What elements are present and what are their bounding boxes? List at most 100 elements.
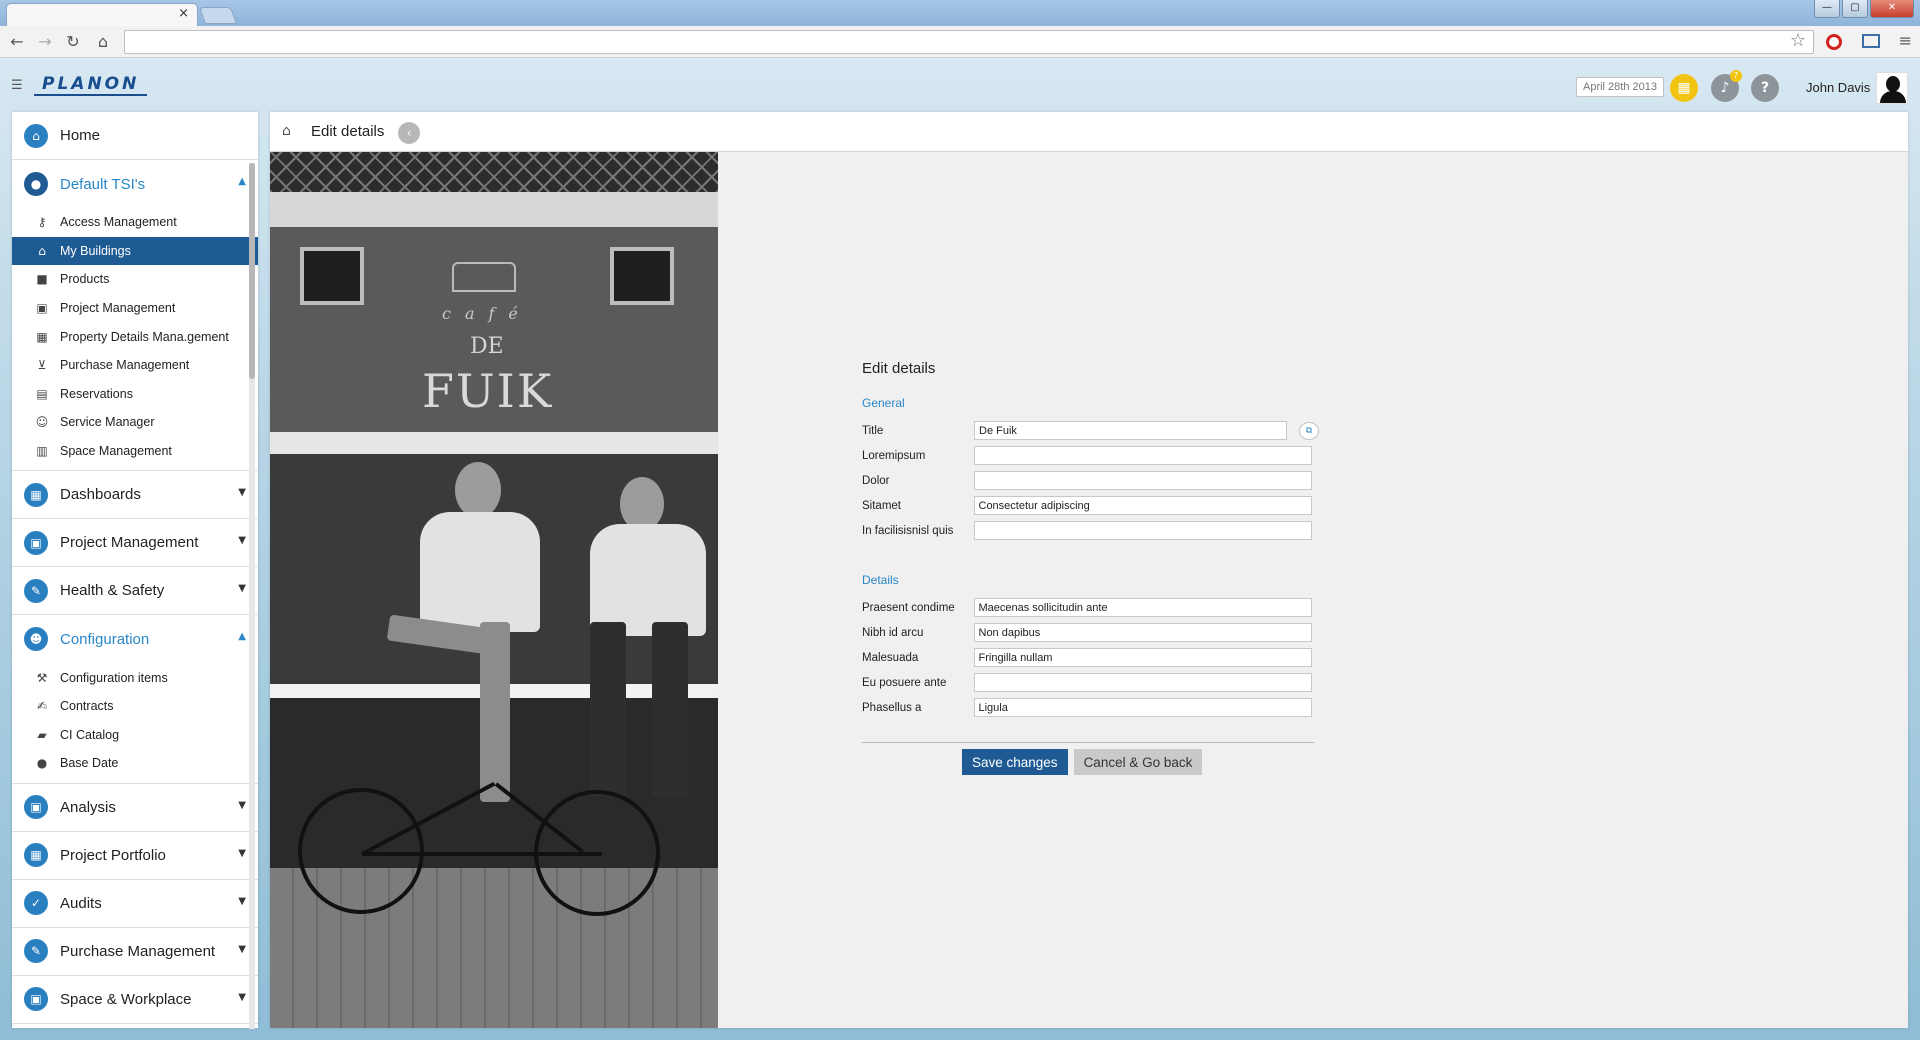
phasellus-field[interactable] bbox=[973, 698, 1312, 717]
dashboard-icon: ▦ bbox=[24, 482, 48, 507]
chevron-down-icon[interactable]: ▼ bbox=[238, 944, 246, 955]
sidebar-item-products[interactable]: ■ Products bbox=[12, 265, 258, 294]
sidebar-item-label: Project Management bbox=[60, 534, 199, 552]
users-icon: ☻ bbox=[24, 627, 48, 652]
extension-icon[interactable] bbox=[1826, 34, 1842, 50]
calendar-icon[interactable]: ▦ bbox=[1670, 74, 1698, 102]
malesuada-field[interactable] bbox=[973, 648, 1312, 667]
chevron-down-icon[interactable]: ▼ bbox=[238, 992, 246, 1003]
chevron-down-icon[interactable]: ▼ bbox=[238, 800, 246, 811]
portfolio-icon: ▦ bbox=[24, 843, 48, 868]
field-row-praesent: Praesent condime bbox=[862, 595, 1312, 620]
lookup-icon[interactable]: ⧉ bbox=[1299, 422, 1319, 440]
sidebar-item-configuration-items[interactable]: ⚒ Configuration items bbox=[12, 663, 258, 692]
sidebar-item-label: Base Date bbox=[60, 756, 119, 771]
chevron-down-icon[interactable]: ▼ bbox=[238, 487, 246, 498]
new-tab-button[interactable] bbox=[198, 7, 238, 24]
cast-icon[interactable] bbox=[1862, 34, 1880, 48]
cancel-button[interactable]: Cancel & Go back bbox=[1073, 749, 1203, 775]
tab-close-icon[interactable]: × bbox=[178, 6, 189, 21]
sidebar-section-project-portfolio[interactable]: ▦ Project Portfolio ▼ bbox=[12, 832, 258, 880]
wrench-icon: ⚒ bbox=[36, 670, 48, 685]
sitamet-field[interactable] bbox=[973, 496, 1312, 515]
sidebar-item-label: Space Management bbox=[60, 444, 172, 459]
loremipsum-field[interactable] bbox=[973, 446, 1312, 465]
sidebar-section-space-workplace[interactable]: ▣ Space & Workplace ▼ bbox=[12, 976, 258, 1024]
form-divider bbox=[862, 742, 1314, 743]
field-row-sitamet: Sitamet bbox=[862, 493, 1312, 518]
praesent-field[interactable] bbox=[973, 598, 1312, 617]
sidebar-item-service-manager[interactable]: ☺ Service Manager bbox=[12, 408, 258, 437]
field-row-loremipsum: Loremipsum bbox=[862, 443, 1312, 468]
avatar[interactable] bbox=[1876, 72, 1908, 104]
sidebar-item-label: Access Management bbox=[60, 215, 177, 230]
sidebar-section-health-safety[interactable]: ✎ Health & Safety ▼ bbox=[12, 567, 258, 616]
chevron-down-icon[interactable]: ▼ bbox=[238, 535, 246, 546]
help-icon[interactable]: ? bbox=[1751, 74, 1779, 102]
field-label: Nibh id arcu bbox=[862, 626, 924, 639]
sidebar-item-purchase-management[interactable]: ⊻ Purchase Management bbox=[12, 351, 258, 380]
address-bar[interactable] bbox=[124, 30, 1814, 54]
default-tsis-list: ⚷ Access Management ⌂ My Buildings ■ Pro… bbox=[12, 208, 258, 472]
sidebar-section-analysis[interactable]: ▣ Analysis ▼ bbox=[12, 784, 258, 832]
browser-menu-icon[interactable]: ≡ bbox=[1899, 31, 1912, 50]
grid-building-icon: ▦ bbox=[36, 329, 48, 344]
sidebar-item-label: Audits bbox=[60, 894, 102, 912]
sidebar-scrollbar-thumb[interactable] bbox=[249, 163, 255, 379]
back-arrow-icon[interactable]: ← bbox=[6, 31, 28, 53]
field-label: Praesent condime bbox=[862, 601, 955, 614]
service-icon: ☺ bbox=[35, 415, 49, 430]
sidebar-item-label: Reservations bbox=[60, 386, 133, 401]
form-actions: Save changes Cancel & Go back bbox=[962, 749, 1312, 775]
photo-sign-cafe: café bbox=[442, 304, 532, 323]
sidebar-item-contracts[interactable]: ✍ Contracts bbox=[12, 692, 258, 721]
chevron-down-icon[interactable]: ▼ bbox=[238, 896, 246, 907]
dolor-field[interactable] bbox=[973, 471, 1312, 490]
save-button[interactable]: Save changes bbox=[962, 749, 1068, 775]
sidebar-section-purchase-management[interactable]: ✎ Purchase Management ▼ bbox=[12, 928, 258, 976]
sidebar-item-project-management[interactable]: ▣ Project Management bbox=[12, 294, 258, 323]
sidebar-section-default-tsis[interactable]: ● Default TSI's ▲ bbox=[12, 160, 258, 208]
group-details-title: Details bbox=[862, 573, 899, 587]
field-row-title: Title ⧉ bbox=[862, 418, 1319, 443]
posuere-field[interactable] bbox=[973, 673, 1312, 692]
sidebar-item-reservations[interactable]: ▤ Reservations bbox=[12, 380, 258, 409]
close-window-button[interactable]: ✕ bbox=[1870, 0, 1914, 18]
sidebar-item-base-date[interactable]: ● Base Date bbox=[12, 749, 258, 778]
nibh-field[interactable] bbox=[973, 623, 1312, 642]
bookmark-star-icon[interactable]: ☆ bbox=[1790, 30, 1806, 51]
field-label: Loremipsum bbox=[862, 449, 926, 462]
sidebar-item-space-management[interactable]: ▥ Space Management bbox=[12, 437, 258, 466]
sidebar-item-label: Dashboards bbox=[60, 486, 141, 504]
sidebar-item-label: Analysis bbox=[60, 798, 116, 816]
forward-arrow-icon[interactable]: → bbox=[34, 31, 56, 53]
sidebar-item-home[interactable]: ⌂ Home bbox=[12, 112, 258, 160]
menu-icon[interactable]: ☰ bbox=[11, 78, 23, 93]
field-label: Dolor bbox=[862, 474, 890, 487]
cart-icon: ⊻ bbox=[37, 358, 47, 373]
browser-tab[interactable]: × bbox=[6, 3, 198, 26]
reservation-icon: ▤ bbox=[36, 386, 48, 401]
audit-icon: ✓ bbox=[24, 891, 48, 916]
sidebar-item-my-buildings[interactable]: ⌂ My Buildings bbox=[12, 236, 258, 266]
facilisis-field[interactable] bbox=[973, 521, 1312, 540]
chevron-down-icon[interactable]: ▼ bbox=[238, 848, 246, 859]
sidebar-section-project-management[interactable]: ▣ Project Management ▼ bbox=[12, 519, 258, 568]
chevron-down-icon[interactable]: ▼ bbox=[238, 583, 246, 594]
chevron-up-icon[interactable]: ▲ bbox=[238, 631, 246, 642]
sidebar-item-access-management[interactable]: ⚷ Access Management bbox=[12, 208, 258, 237]
chevron-up-icon[interactable]: ▲ bbox=[238, 176, 246, 187]
home-icon[interactable]: ⌂ bbox=[92, 31, 114, 53]
sidebar-section-dashboards[interactable]: ▦ Dashboards ▼ bbox=[12, 471, 258, 520]
edit-details-form: Edit details General Title ⧉ Loremipsum … bbox=[862, 360, 1319, 775]
sidebar-item-property-details[interactable]: ▦ Property Details Mana.gement bbox=[12, 322, 258, 351]
maximize-button[interactable]: ▢ bbox=[1842, 0, 1868, 18]
minimize-button[interactable]: — bbox=[1814, 0, 1840, 18]
sidebar-section-configuration[interactable]: ☻ Configuration ▲ bbox=[12, 615, 258, 663]
sidebar-section-audits[interactable]: ✓ Audits ▼ bbox=[12, 880, 258, 928]
user-name[interactable]: John Davis bbox=[1806, 80, 1870, 95]
sidebar-item-ci-catalog[interactable]: ▰ CI Catalog bbox=[12, 721, 258, 750]
back-button[interactable]: ‹ bbox=[398, 122, 420, 144]
title-field[interactable] bbox=[974, 421, 1287, 440]
reload-icon[interactable]: ↻ bbox=[62, 31, 84, 53]
